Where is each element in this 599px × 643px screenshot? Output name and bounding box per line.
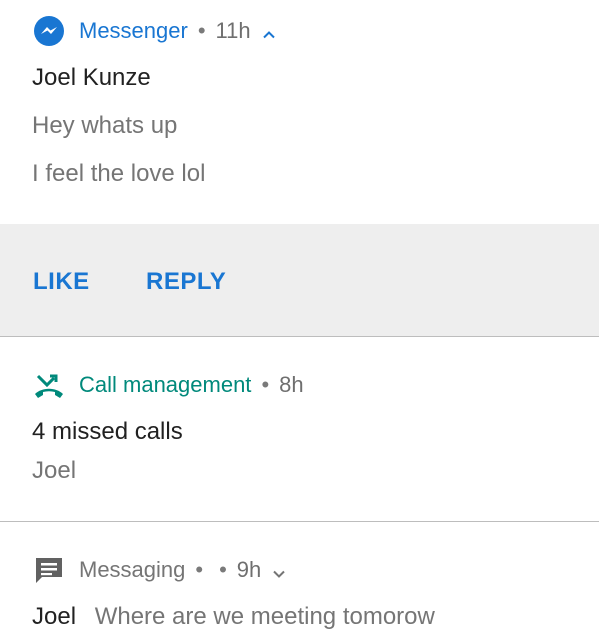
message-row: Joel Where are we meeting tomorow	[32, 603, 435, 631]
timestamp: 11h	[215, 18, 251, 43]
separator-dot: •	[261, 372, 270, 397]
app-name: Messaging	[79, 557, 186, 582]
notification-title: Joel Kunze	[32, 64, 151, 91]
messaging-notification[interactable]: Messaging • • 9h Joel Where are we meeti…	[0, 522, 599, 643]
notification-header: Messenger • 11h	[33, 15, 277, 47]
caller-name: Joel	[32, 457, 77, 484]
chevron-down-icon[interactable]	[271, 562, 287, 578]
notification-header: Call management • 8h	[33, 369, 304, 401]
separator-dot: •	[197, 18, 206, 43]
timestamp: 9h	[236, 557, 262, 582]
app-name: Messenger	[79, 18, 188, 43]
separator-dot: •	[219, 557, 227, 582]
separator-dot: •	[195, 557, 204, 582]
action-bar: LIKE REPLY	[0, 224, 599, 336]
messenger-icon	[33, 15, 65, 47]
missed-call-icon	[33, 369, 65, 401]
timestamp: 8h	[279, 372, 304, 397]
message-preview: Where are we meeting tomorow	[94, 603, 435, 630]
message-line: Hey whats up	[32, 112, 178, 139]
reply-button[interactable]: REPLY	[146, 268, 226, 296]
missed-calls-notification[interactable]: Call management • 8h 4 missed calls Joel	[0, 337, 599, 521]
like-button[interactable]: LIKE	[33, 268, 90, 296]
message-line: I feel the love lol	[32, 160, 206, 187]
notification-title: 4 missed calls	[32, 418, 183, 445]
sender-name: Joel	[32, 603, 77, 630]
app-name: Call management	[79, 372, 252, 397]
messenger-notification[interactable]: Messenger • 11h Joel Kunze Hey whats up …	[0, 0, 599, 336]
chevron-up-icon[interactable]	[261, 23, 277, 39]
notification-header: Messaging • • 9h	[33, 554, 287, 586]
message-icon	[33, 554, 65, 586]
